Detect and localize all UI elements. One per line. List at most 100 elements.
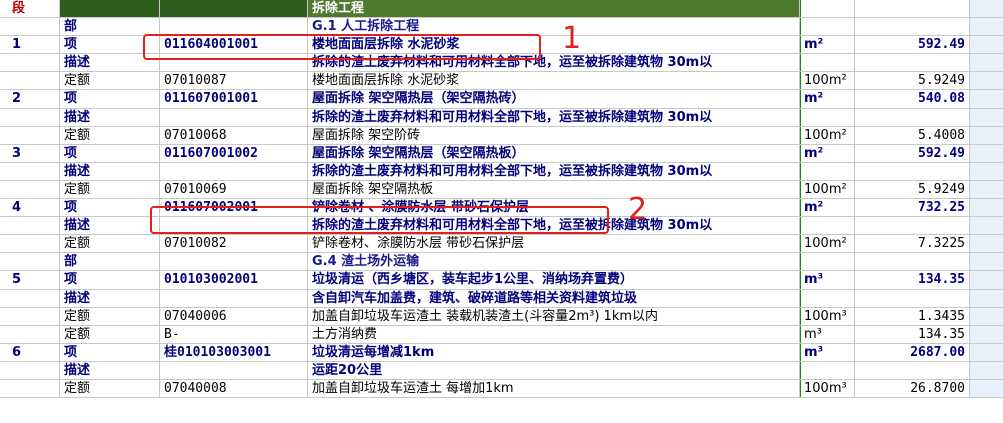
row-type: 描述 bbox=[60, 361, 160, 379]
row-type: 描述 bbox=[60, 162, 160, 180]
row-code: 010103002001 bbox=[160, 271, 308, 289]
row-number: 3 bbox=[0, 144, 60, 162]
row-quantity: 7.3225 bbox=[855, 235, 970, 253]
table-row[interactable]: 定额 B- 土方消纳费 m³ 134.35 bbox=[0, 325, 1003, 344]
row-type: 描述 bbox=[60, 289, 160, 307]
row-extra bbox=[970, 271, 1003, 289]
table-row[interactable]: 描述 拆除的渣土废弃材料和可用材料全部下地，运至被拆除建筑物 30m以 bbox=[0, 108, 1003, 127]
row-type: 定额 bbox=[60, 307, 160, 325]
row-unit: m² bbox=[800, 199, 855, 217]
row-code: 07010068 bbox=[160, 126, 308, 144]
row-code: B- bbox=[160, 325, 308, 343]
row-type: 描述 bbox=[60, 217, 160, 235]
row-quantity: 5.4008 bbox=[855, 126, 970, 144]
row-type: 定额 bbox=[60, 72, 160, 90]
row-extra bbox=[970, 180, 1003, 199]
row-extra bbox=[970, 126, 1003, 144]
row-type: 项 bbox=[60, 144, 160, 162]
annotation-label-2: 2 bbox=[628, 192, 648, 227]
row-extra bbox=[970, 307, 1003, 325]
row-number bbox=[0, 162, 60, 180]
table-row[interactable]: 定额 07040006 加盖自卸垃圾车运渣土 装载机装渣土(斗容量2m³) 1km以… bbox=[0, 307, 1003, 326]
row-code bbox=[160, 108, 308, 126]
row-extra bbox=[970, 253, 1003, 271]
row-unit: 100m³ bbox=[800, 307, 855, 325]
row-unit: m² bbox=[800, 90, 855, 108]
row-name: 屋面拆除 架空阶砖 bbox=[308, 126, 800, 144]
row-quantity bbox=[855, 289, 970, 307]
row-number bbox=[0, 18, 60, 36]
row-quantity bbox=[855, 162, 970, 180]
row-extra bbox=[970, 54, 1003, 72]
row-number: 1 bbox=[0, 36, 60, 54]
row-name: 屋面拆除 架空隔热层（架空隔热砖） bbox=[308, 90, 800, 108]
row-unit: 100m³ bbox=[800, 379, 855, 398]
row-type: 描述 bbox=[60, 108, 160, 126]
row-extra bbox=[970, 325, 1003, 343]
row-type: 定额 bbox=[60, 379, 160, 398]
row-number bbox=[0, 307, 60, 325]
table-row[interactable]: 描述 运距20公里 bbox=[0, 361, 1003, 380]
row-number: 6 bbox=[0, 343, 60, 361]
row-type: 项 bbox=[60, 343, 160, 361]
row-name: 屋面拆除 架空隔热层（架空隔热板） bbox=[308, 144, 800, 162]
header-row: 段 拆除工程 bbox=[0, 0, 1003, 19]
header-level: 段 bbox=[0, 0, 60, 18]
row-name: 拆除的渣土废弃材料和可用材料全部下地，运至被拆除建筑物 30m以 bbox=[308, 162, 800, 180]
table-row[interactable]: 5 项 010103002001 垃圾清运（西乡塘区，装车起步1公里、消纳场弃置费） m… bbox=[0, 271, 1003, 290]
row-number bbox=[0, 325, 60, 343]
row-name: G.1 人工拆除工程 bbox=[308, 18, 800, 36]
row-extra bbox=[970, 108, 1003, 126]
row-code: 07010082 bbox=[160, 235, 308, 253]
table-row[interactable]: 描述 含自卸汽车加盖费，建筑、破碎道路等相关资料建筑垃圾 bbox=[0, 289, 1003, 308]
row-number bbox=[0, 361, 60, 379]
row-unit: 100m² bbox=[800, 126, 855, 144]
row-quantity bbox=[855, 18, 970, 36]
row-type: 项 bbox=[60, 199, 160, 217]
table-row[interactable]: 定额 07010082 铲除卷材、涂膜防水层 带砂石保护层 100m² 7.3225 bbox=[0, 235, 1003, 254]
row-number bbox=[0, 253, 60, 271]
row-quantity: 540.08 bbox=[855, 90, 970, 108]
row-name: 土方消纳费 bbox=[308, 325, 800, 343]
row-name: 屋面拆除 架空隔热板 bbox=[308, 180, 800, 199]
row-name: 楼地面面层拆除 水泥砂浆 bbox=[308, 72, 800, 90]
row-extra bbox=[970, 235, 1003, 253]
row-code bbox=[160, 162, 308, 180]
row-code bbox=[160, 361, 308, 379]
row-unit: m² bbox=[800, 36, 855, 54]
row-number bbox=[0, 235, 60, 253]
row-unit bbox=[800, 217, 855, 235]
row-number bbox=[0, 54, 60, 72]
row-name: 加盖自卸垃圾车运渣土 每增加1km bbox=[308, 379, 800, 398]
row-extra bbox=[970, 90, 1003, 108]
row-extra bbox=[970, 18, 1003, 36]
row-code: 07040008 bbox=[160, 379, 308, 398]
row-quantity: 1.3435 bbox=[855, 307, 970, 325]
row-quantity: 732.25 bbox=[855, 199, 970, 217]
annotation-box-2 bbox=[150, 206, 609, 234]
row-quantity: 592.49 bbox=[855, 144, 970, 162]
row-type: 定额 bbox=[60, 126, 160, 144]
table-row[interactable]: 定额 07010068 屋面拆除 架空阶砖 100m² 5.4008 bbox=[0, 126, 1003, 145]
table-row[interactable]: 定额 07010069 屋面拆除 架空隔热板 100m² 5.9249 bbox=[0, 180, 1003, 200]
row-extra bbox=[970, 144, 1003, 162]
table-row[interactable]: 6 项桂010103003001 垃圾清运每增减1km m³ 2687.00 bbox=[0, 343, 1003, 362]
row-name: 垃圾清运每增减1km bbox=[308, 343, 800, 361]
row-unit bbox=[800, 18, 855, 36]
row-quantity bbox=[855, 54, 970, 72]
row-unit bbox=[800, 253, 855, 271]
row-unit: m³ bbox=[800, 271, 855, 289]
row-type: 项 bbox=[60, 90, 160, 108]
table-row[interactable]: 3 项 011607001002 屋面拆除 架空隔热层（架空隔热板） m² 592.49 bbox=[0, 144, 1003, 163]
table-row[interactable]: 部 G.4 渣土场外运输 bbox=[0, 253, 1003, 272]
table-row[interactable]: 定额 07040008 加盖自卸垃圾车运渣土 每增加1km 100m³ 26.8700 bbox=[0, 379, 1003, 399]
row-quantity: 5.9249 bbox=[855, 180, 970, 199]
table-row[interactable]: 描述 拆除的渣土废弃材料和可用材料全部下地，运至被拆除建筑物 30m以 bbox=[0, 162, 1003, 181]
row-extra bbox=[970, 162, 1003, 180]
table-row[interactable]: 2 项 011607001001 屋面拆除 架空隔热层（架空隔热砖） m² 540.08 bbox=[0, 90, 1003, 109]
row-unit: 100m² bbox=[800, 72, 855, 90]
row-type: 定额 bbox=[60, 235, 160, 253]
row-quantity bbox=[855, 361, 970, 379]
table-row[interactable]: 定额 07010087 楼地面面层拆除 水泥砂浆 100m² 5.9249 bbox=[0, 72, 1003, 91]
row-name: 运距20公里 bbox=[308, 361, 800, 379]
